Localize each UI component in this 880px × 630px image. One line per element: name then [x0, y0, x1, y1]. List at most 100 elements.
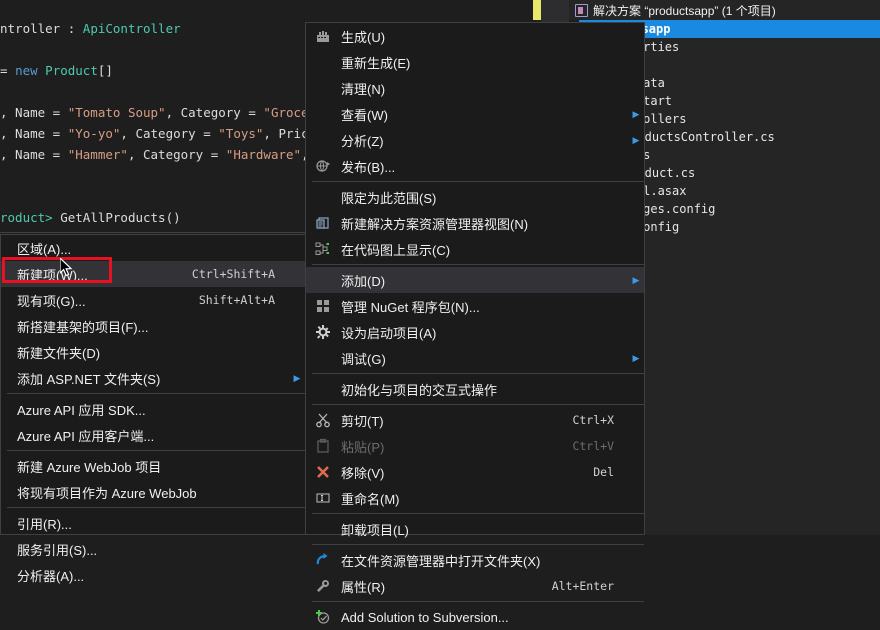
add-submenu-item[interactable]: 现有项(G)... Shift+Alt+A — [1, 287, 305, 313]
context-menu-item[interactable]: 分析(Z) ▶ — [306, 127, 644, 153]
menu-icon-slot — [306, 267, 340, 293]
context-menu-item[interactable]: 调试(G) ▶ — [306, 345, 644, 371]
menu-separator — [312, 404, 644, 405]
project-context-menu[interactable]: 生成(U) 重新生成(E) 清理(N) 查看(W) ▶ 分析(Z) ▶ 发布(B)... 限定为… — [305, 22, 645, 625]
context-menu-item-label: 在文件资源管理器中打开文件夹(X) — [341, 553, 541, 569]
add-submenu-item-label: 服务引用(S)... — [17, 542, 98, 558]
menu-icon-slot — [1, 261, 17, 287]
add-submenu-item[interactable]: 添加 ASP.NET 文件夹(S) ▶ — [1, 365, 305, 391]
nuget-icon — [306, 293, 340, 319]
code-token: "Hardware" — [225, 147, 302, 162]
paste-icon — [306, 433, 340, 459]
menu-icon-slot — [306, 127, 340, 153]
context-menu-item[interactable]: 新建解决方案资源管理器视图(N) — [306, 210, 644, 236]
context-menu-item[interactable]: 在文件资源管理器中打开文件夹(X) — [306, 547, 644, 573]
add-submenu-item-label: Azure API 应用 SDK... — [17, 402, 146, 418]
menu-icon-slot — [306, 75, 340, 101]
menu-icon-slot — [1, 396, 17, 422]
context-menu-item-label: 清理(N) — [341, 81, 386, 97]
context-menu-item[interactable]: 剪切(T) Ctrl+X — [306, 407, 644, 433]
cut-icon — [316, 413, 330, 428]
add-submenu-item[interactable]: Azure API 应用 SDK... — [1, 396, 305, 422]
context-menu-item[interactable]: 重命名(M) — [306, 485, 644, 511]
context-menu-item-label: 分析(Z) — [341, 133, 384, 149]
add-submenu-item-shortcut: Shift+Alt+A — [198, 293, 275, 307]
context-menu-item[interactable]: 设为启动项目(A) — [306, 319, 644, 345]
add-submenu-item-shortcut: Ctrl+Shift+A — [191, 267, 275, 281]
context-menu-item[interactable]: 粘贴(P) Ctrl+V — [306, 433, 644, 459]
code-map-icon — [306, 236, 340, 262]
chevron-right-icon: ▶ — [632, 352, 640, 363]
context-menu-item[interactable]: 限定为此范围(S) — [306, 184, 644, 210]
add-submenu-item-label: 区域(A)... — [17, 241, 72, 257]
add-submenu[interactable]: 区域(A)... 新建项(W)... Ctrl+Shift+A 现有项(G)... Sh… — [0, 234, 306, 584]
unsaved-change-marker — [533, 0, 541, 20]
code-token: GetAllProducts() — [60, 210, 181, 225]
context-menu-item[interactable]: 重新生成(E) — [306, 49, 644, 75]
publish-icon — [316, 160, 330, 172]
remove-icon — [306, 459, 340, 485]
context-menu-item[interactable]: 生成(U) — [306, 23, 644, 49]
context-menu-item-shortcut: Ctrl+X — [572, 413, 614, 427]
context-menu-item-label: 管理 NuGet 程序包(N)... — [341, 299, 480, 315]
add-submenu-item[interactable]: 引用(R)... — [1, 510, 305, 536]
build-icon — [306, 23, 340, 49]
add-submenu-item[interactable]: 新建文件夹(D) — [1, 339, 305, 365]
new-view-icon — [316, 217, 329, 229]
nuget-icon — [316, 299, 330, 313]
menu-separator — [312, 373, 644, 374]
add-submenu-item-label: 引用(R)... — [17, 516, 72, 532]
context-menu-item[interactable]: 移除(V) Del — [306, 459, 644, 485]
rename-icon — [306, 485, 340, 511]
code-token: ntroller : — [0, 21, 83, 36]
menu-icon-slot — [1, 453, 17, 479]
menu-separator — [312, 601, 644, 602]
context-menu-item-label: 添加(D) — [341, 273, 386, 289]
menu-icon-slot — [306, 345, 340, 371]
context-menu-item[interactable]: 在代码图上显示(C) — [306, 236, 644, 262]
chevron-right-icon: ▶ — [632, 274, 640, 285]
remove-icon — [317, 466, 329, 478]
add-submenu-item[interactable]: Azure API 应用客户端... — [1, 422, 305, 448]
code-token: "Tomato Soup" — [67, 105, 166, 120]
menu-separator — [7, 393, 305, 394]
add-submenu-item-label: 添加 ASP.NET 文件夹(S) — [17, 371, 161, 387]
context-menu-item[interactable]: 清理(N) — [306, 75, 644, 101]
add-submenu-item-label: 新建文件夹(D) — [17, 345, 101, 361]
context-menu-item[interactable]: 初始化与项目的交互式操作 — [306, 376, 644, 402]
context-menu-item[interactable]: 添加(D) ▶ — [306, 267, 644, 293]
context-menu-item-label: 限定为此范围(S) — [341, 190, 437, 206]
toolwindow-tab-strip[interactable] — [541, 0, 569, 22]
menu-icon-slot — [1, 479, 17, 505]
add-submenu-item[interactable]: 新建项(W)... Ctrl+Shift+A — [1, 261, 305, 287]
menu-icon-slot — [1, 235, 17, 261]
code-token: "Yo-yo" — [67, 126, 121, 141]
context-menu-item[interactable]: 查看(W) ▶ — [306, 101, 644, 127]
context-menu-item[interactable]: Add Solution to Subversion... — [306, 604, 644, 630]
add-submenu-item-label: 新建 Azure WebJob 项目 — [17, 459, 162, 475]
add-submenu-item[interactable]: 区域(A)... — [1, 235, 305, 261]
properties-icon — [317, 579, 330, 592]
context-menu-item[interactable]: 发布(B)... — [306, 153, 644, 179]
context-menu-item[interactable]: 卸载项目(L) — [306, 516, 644, 542]
context-menu-item[interactable]: 管理 NuGet 程序包(N)... — [306, 293, 644, 319]
context-menu-item-label: 发布(B)... — [341, 159, 396, 175]
context-menu-item[interactable]: 属性(R) Alt+Enter — [306, 573, 644, 599]
add-submenu-item[interactable]: 服务引用(S)... — [1, 536, 305, 562]
gear-icon — [306, 319, 340, 345]
add-submenu-item[interactable]: 新建 Azure WebJob 项目 — [1, 453, 305, 479]
menu-icon-slot — [1, 422, 17, 448]
chevron-right-icon: ▶ — [632, 108, 640, 119]
code-token: roduct> — [0, 210, 61, 225]
add-submenu-item[interactable]: 将现有项目作为 Azure WebJob — [1, 479, 305, 505]
menu-icon-slot — [306, 101, 340, 127]
add-submenu-item[interactable]: 分析器(A)... — [1, 562, 305, 588]
add-submenu-item[interactable]: 新搭建基架的项目(F)... — [1, 313, 305, 339]
paste-icon — [317, 438, 329, 453]
chevron-right-icon: ▶ — [632, 134, 640, 145]
subversion-icon — [316, 610, 330, 624]
menu-icon-slot — [1, 287, 17, 313]
code-token: , Category = — [165, 105, 264, 120]
mouse-cursor-icon — [60, 258, 73, 277]
context-menu-item-label: Add Solution to Subversion... — [341, 609, 509, 625]
